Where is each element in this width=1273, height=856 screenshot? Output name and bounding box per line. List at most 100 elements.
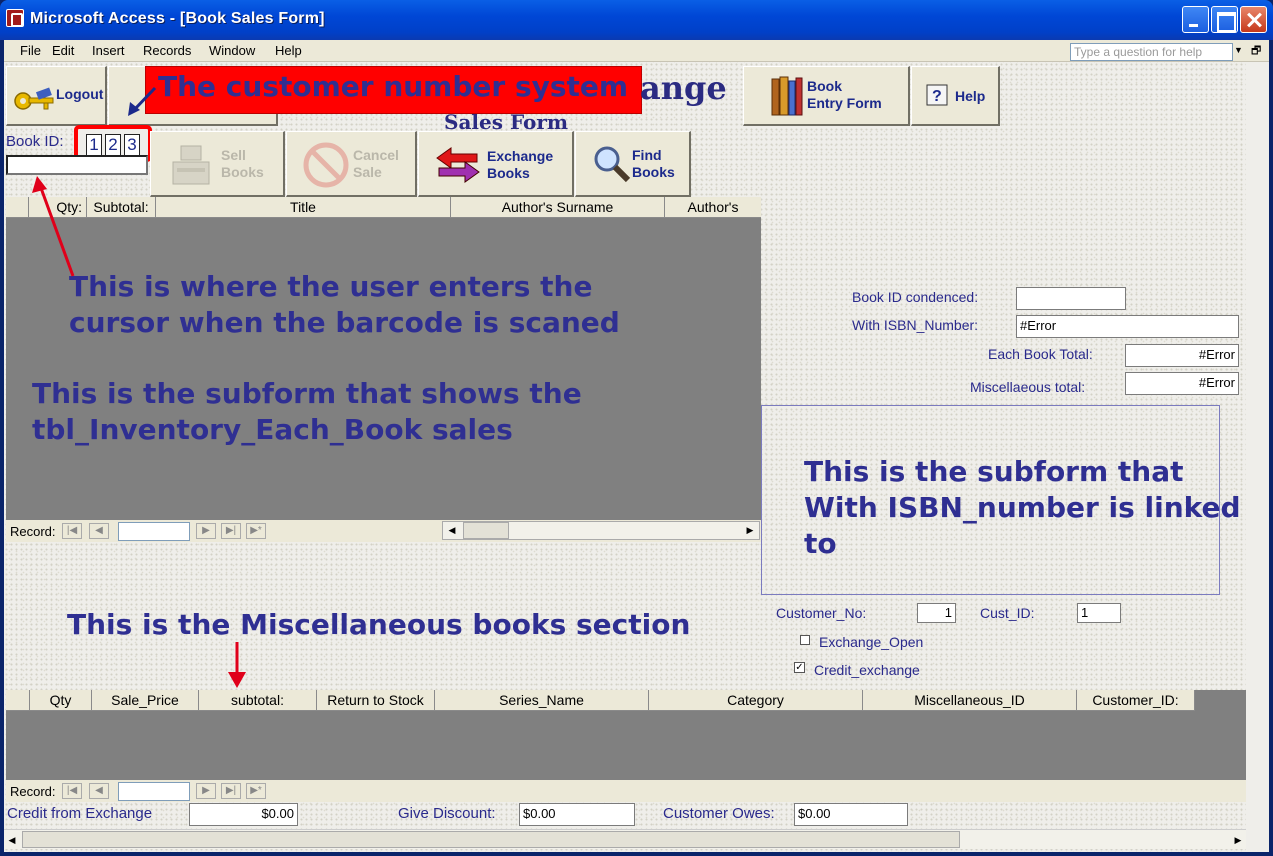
customer-no-label: Customer_No: [776,605,867,621]
book-entry-label-2: Entry Form [807,95,882,111]
logout-button[interactable]: Logout [6,66,107,126]
misc-col-qty[interactable]: Qty [30,690,92,710]
customer-number-callout: The customer number system [145,66,642,114]
menu-records[interactable]: Records [143,43,191,58]
cursor-annotation-line1: This is where the user enters the [69,270,593,303]
each-book-total-field[interactable]: #Error [1125,344,1239,367]
help-label: Help [955,88,986,104]
sales-record-number-input[interactable] [118,522,190,541]
customer-owes-field[interactable]: $0.00 [794,803,908,826]
isbn-annotation-line1: This is the subform that [804,455,1184,488]
help-search-input[interactable]: Type a question for help [1070,43,1233,61]
credit-exchange-checkbox[interactable]: ✓ [794,662,805,673]
misc-col-category[interactable]: Category [649,690,863,710]
book-id-input[interactable] [6,155,148,175]
books-icon [771,76,803,116]
credit-exchange-label: Credit_exchange [814,662,920,678]
sales-col-author[interactable]: Author's [665,197,761,217]
cust-id-field[interactable]: 1 [1077,603,1121,623]
scroll-thumb[interactable] [463,522,509,539]
exchange-label-1: Exchange [487,148,554,164]
form-hscrollbar[interactable]: ◀ ▶ [4,829,1246,849]
credit-from-exchange-label: Credit from Exchange [7,805,153,822]
restore-window-icon[interactable]: 🗗 [1251,42,1261,61]
find-label-2: Books [632,164,675,180]
customer-no-field[interactable]: 1 [917,603,956,623]
give-discount-field[interactable]: $0.00 [519,803,635,826]
window-title: Microsoft Access - [Book Sales Form] [30,10,325,27]
maximize-button[interactable] [1211,6,1238,33]
book-entry-label-1: Book [807,78,842,94]
misc-new-record-icon[interactable]: ▶* [246,783,266,799]
cust-id-label: Cust_ID: [980,605,1035,621]
cancel-sale-button[interactable]: Cancel Sale [286,131,417,197]
sales-col-title[interactable]: Title [156,197,451,217]
isbn-annotation-line3: to [804,527,837,560]
prev-record-icon[interactable]: ◀ [89,523,109,539]
misc-col-miscellaneous-id[interactable]: Miscellaneous_ID [863,690,1077,710]
minimize-button[interactable] [1182,6,1209,33]
sales-col-qty[interactable]: Qty: [29,197,87,217]
find-label-1: Find [632,147,662,163]
sales-record-label: Record: [10,524,56,539]
misc-grid-header: Qty Sale_Price subtotal: Return to Stock… [6,690,1195,711]
misc-col-sale-price[interactable]: Sale_Price [92,690,199,710]
menu-file[interactable]: File [20,43,41,58]
credit-from-exchange-field[interactable]: $0.00 [189,803,298,826]
last-record-icon[interactable]: ▶| [221,523,241,539]
help-dropdown-icon[interactable]: ▼ [1234,45,1243,55]
first-record-icon[interactable]: |◀ [62,523,82,539]
sales-col-selector[interactable] [6,197,29,217]
misc-col-return-to-stock[interactable]: Return to Stock [317,690,435,710]
sales-grid-header: Qty: Subtotal: Title Author's Surname Au… [6,197,761,218]
give-discount-label: Give Discount: [398,805,496,822]
book-entry-form-button[interactable]: Book Entry Form [743,66,910,126]
misc-col-selector[interactable] [6,690,30,710]
misc-last-record-icon[interactable]: ▶| [221,783,241,799]
logout-label: Logout [56,86,104,102]
exchange-label-2: Books [487,165,530,181]
scroll-left-icon[interactable]: ◀ [443,522,461,539]
cash-register-icon [172,145,210,185]
sales-col-author-surname[interactable]: Author's Surname [451,197,665,217]
svg-text:?: ? [932,88,942,105]
sales-col-subtotal[interactable]: Subtotal: [87,197,156,217]
form-scroll-right-icon[interactable]: ▶ [1230,832,1246,848]
misc-col-subtotal[interactable]: subtotal: [199,690,317,710]
misc-col-series-name[interactable]: Series_Name [435,690,649,710]
help-button[interactable]: ? Help [911,66,1000,126]
scroll-right-icon[interactable]: ▶ [741,522,759,539]
menu-edit[interactable]: Edit [52,43,74,58]
exchange-open-checkbox[interactable] [800,635,810,645]
misc-total-field[interactable]: #Error [1125,372,1239,395]
sell-books-button[interactable]: Sell Books [150,131,285,197]
menu-window[interactable]: Window [209,43,255,58]
cancel-label-1: Cancel [353,147,399,163]
menu-insert[interactable]: Insert [92,43,125,58]
book-id-condensed-label: Book ID condenced: [852,289,979,305]
sales-hscrollbar[interactable]: ◀ ▶ [442,521,760,540]
exchange-books-button[interactable]: Exchange Books [418,131,574,197]
form-scroll-left-icon[interactable]: ◀ [4,832,20,848]
misc-record-navigator: Record: |◀ ◀ ▶ ▶| ▶* [6,780,1246,802]
isbn-field[interactable]: #Error [1016,315,1239,338]
misc-next-record-icon[interactable]: ▶ [196,783,216,799]
next-record-icon[interactable]: ▶ [196,523,216,539]
misc-col-customer-id[interactable]: Customer_ID: [1077,690,1195,710]
exchange-arrows-icon [436,147,480,183]
help-icon: ? [926,84,948,106]
misc-first-record-icon[interactable]: |◀ [62,783,82,799]
book-id-condensed-field[interactable] [1016,287,1126,310]
subform-annotation-line2: tbl_Inventory_Each_Book sales [32,413,513,446]
menu-help[interactable]: Help [275,43,302,58]
close-button[interactable] [1240,6,1267,33]
isbn-label: With ISBN_Number: [852,317,979,333]
find-books-button[interactable]: Find Books [575,131,691,197]
magnifier-icon [594,146,631,183]
access-app-icon[interactable] [6,9,24,27]
form-scroll-thumb[interactable] [22,831,960,848]
misc-annotation: This is the Miscellaneous books section [67,608,691,641]
misc-prev-record-icon[interactable]: ◀ [89,783,109,799]
misc-record-number-input[interactable] [118,782,190,801]
new-record-icon[interactable]: ▶* [246,523,266,539]
